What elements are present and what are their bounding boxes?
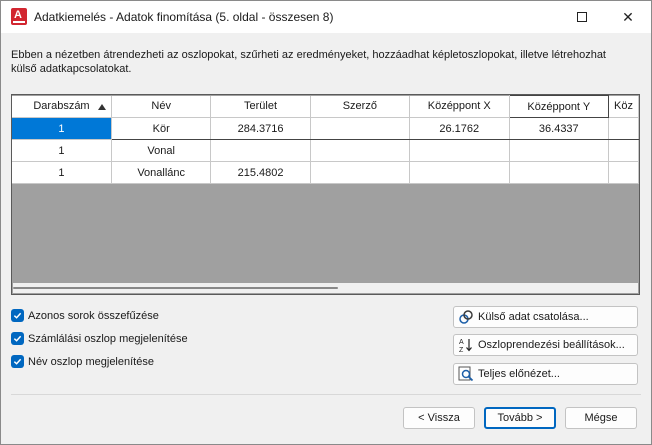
table-cell[interactable]: Kör	[111, 117, 212, 140]
table-row[interactable]: 1 Vonallánc 215.4802	[12, 161, 639, 184]
table-cell[interactable]: 1	[12, 161, 112, 184]
column-header-center-x[interactable]: Középpont X	[409, 95, 510, 118]
full-preview-label: Teljes előnézet...	[478, 368, 560, 380]
table-cell[interactable]	[509, 161, 610, 184]
show-count-column-checkbox[interactable]: Számlálási oszlop megjelenítése	[11, 332, 188, 345]
table-cell[interactable]	[509, 139, 610, 162]
show-count-column-label: Számlálási oszlop megjelenítése	[28, 332, 188, 345]
column-header-name[interactable]: Név	[111, 95, 212, 118]
page-description: Ebben a nézetben átrendezheti az oszlopo…	[11, 49, 606, 75]
link-data-icon	[458, 309, 474, 325]
merge-rows-label: Azonos sorok összefűzése	[28, 309, 159, 322]
preview-magnifier-icon	[458, 366, 474, 382]
cancel-button[interactable]: Mégse	[565, 407, 637, 429]
table-cell[interactable]: 26.1762	[409, 117, 510, 140]
checkbox-checked-icon	[11, 309, 24, 322]
sort-az-icon: AZ	[458, 337, 474, 353]
autocad-app-icon: A	[11, 8, 27, 25]
footer-divider	[11, 394, 641, 395]
table-cell[interactable]	[210, 139, 311, 162]
show-name-column-checkbox[interactable]: Név oszlop megjelenítése	[11, 355, 154, 368]
table-row[interactable]: 1 Vonal	[12, 139, 639, 162]
table-cell[interactable]: Vonal	[111, 139, 212, 162]
window-title: Adatkiemelés - Adatok finomítása (5. old…	[34, 10, 334, 24]
full-preview-button[interactable]: Teljes előnézet...	[453, 363, 638, 385]
horizontal-scrollbar[interactable]	[13, 283, 638, 293]
scrollbar-thumb[interactable]	[13, 287, 338, 289]
table-cell[interactable]	[608, 139, 639, 162]
data-table: Darabszám Név Terület Szerző Középpont X…	[12, 95, 639, 184]
close-button[interactable]: ✕	[605, 1, 651, 33]
table-cell[interactable]: 36.4337	[509, 117, 610, 140]
column-header-area[interactable]: Terület	[210, 95, 311, 118]
column-header-center-z[interactable]: Köz	[608, 95, 639, 118]
svg-text:Z: Z	[459, 347, 464, 353]
close-icon: ✕	[622, 8, 634, 25]
table-header-row: Darabszám Név Terület Szerző Középpont X…	[12, 95, 639, 118]
sort-ascending-icon	[97, 103, 106, 110]
table-cell[interactable]	[310, 117, 410, 140]
table-cell[interactable]: Vonallánc	[111, 161, 212, 184]
title-bar: A Adatkiemelés - Adatok finomítása (5. o…	[1, 1, 651, 33]
column-header-center-y[interactable]: Középpont Y	[508, 95, 610, 118]
link-external-data-label: Külső adat csatolása...	[478, 311, 589, 323]
merge-rows-checkbox[interactable]: Azonos sorok összefűzése	[11, 309, 159, 322]
show-name-column-label: Név oszlop megjelenítése	[28, 355, 154, 368]
checkbox-checked-icon	[11, 332, 24, 345]
column-sort-settings-label: Oszloprendezési beállítások...	[478, 339, 625, 351]
back-button[interactable]: < Vissza	[403, 407, 475, 429]
table-cell[interactable]: 1	[12, 139, 112, 162]
table-cell[interactable]	[608, 117, 639, 140]
table-cell[interactable]	[608, 161, 639, 184]
next-button[interactable]: Tovább >	[484, 407, 556, 429]
column-header-author[interactable]: Szerző	[310, 95, 410, 118]
link-external-data-button[interactable]: Külső adat csatolása...	[453, 306, 638, 328]
dialog-window: A Adatkiemelés - Adatok finomítása (5. o…	[0, 0, 652, 445]
maximize-icon	[577, 12, 587, 22]
table-cell[interactable]: 284.3716	[210, 117, 311, 140]
table-cell[interactable]: 215.4802	[210, 161, 311, 184]
maximize-button[interactable]	[559, 1, 605, 33]
table-cell[interactable]	[409, 139, 510, 162]
checkbox-checked-icon	[11, 355, 24, 368]
table-cell[interactable]	[409, 161, 510, 184]
table-cell[interactable]	[310, 161, 410, 184]
column-header-count[interactable]: Darabszám	[12, 95, 112, 118]
table-row[interactable]: 1 Kör 284.3716 26.1762 36.4337	[12, 117, 639, 140]
table-cell[interactable]: 1	[12, 117, 112, 140]
data-grid[interactable]: Darabszám Név Terület Szerző Középpont X…	[11, 94, 640, 295]
table-cell[interactable]	[310, 139, 410, 162]
column-sort-settings-button[interactable]: AZ Oszloprendezési beállítások...	[453, 334, 638, 356]
svg-text:A: A	[459, 339, 464, 346]
